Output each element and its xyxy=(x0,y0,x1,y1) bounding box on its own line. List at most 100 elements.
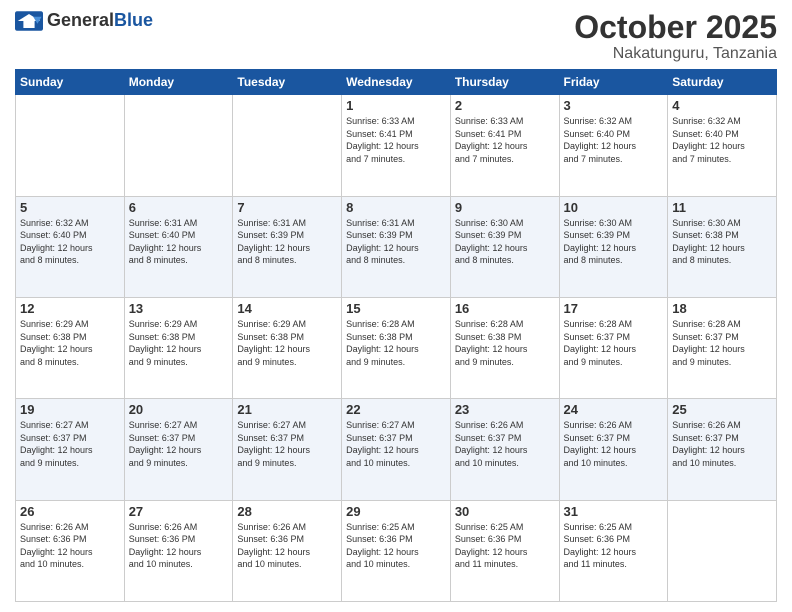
day-number: 28 xyxy=(237,504,337,519)
weekday-header-sunday: Sunday xyxy=(16,70,125,95)
calendar-cell: 11Sunrise: 6:30 AM Sunset: 6:38 PM Dayli… xyxy=(668,196,777,297)
calendar-cell: 16 Sunrise: 6:28 AM Sunset: 6:38 PM Dayli… xyxy=(450,297,559,398)
day-info: Sunrise: 6:28 AM Sunset: 6:37 PM Dayligh… xyxy=(564,318,664,368)
calendar-cell: 7Sunrise: 6:31 AM Sunset: 6:39 PM Daylig… xyxy=(233,196,342,297)
calendar-cell xyxy=(233,95,342,196)
weekday-header-friday: Friday xyxy=(559,70,668,95)
calendar-table: SundayMondayTuesdayWednesdayThursdayFrid… xyxy=(15,69,777,602)
day-info: Sunrise: 6:32 AM Sunset: 6:40 PM Dayligh… xyxy=(672,115,772,165)
day-number: 22 xyxy=(346,402,446,417)
title-block: October 2025 Nakatunguru, Tanzania xyxy=(574,10,777,63)
logo-general: General xyxy=(47,10,114,30)
day-number: 4 xyxy=(672,98,772,113)
calendar-week-row: 5 Sunrise: 6:32 AM Sunset: 6:40 PM Daylig… xyxy=(16,196,777,297)
day-info: Sunrise: 6:31 AM Sunset: 6:40 PM Dayligh… xyxy=(129,217,229,267)
logo: GeneralBlue xyxy=(15,10,153,31)
calendar-cell: 25 Sunrise: 6:26 AM Sunset: 6:37 PM Dayli… xyxy=(668,399,777,500)
day-info: Sunrise: 6:28 AM Sunset: 6:38 PM Dayligh… xyxy=(455,318,555,368)
day-number: 13 xyxy=(129,301,229,316)
calendar-cell: 24Sunrise: 6:26 AM Sunset: 6:37 PM Dayli… xyxy=(559,399,668,500)
header: GeneralBlue October 2025 Nakatunguru, Ta… xyxy=(15,10,777,63)
day-number: 15 xyxy=(346,301,446,316)
calendar-cell: 9 Sunrise: 6:30 AM Sunset: 6:39 PM Daylig… xyxy=(450,196,559,297)
day-info: Sunrise: 6:32 AM Sunset: 6:40 PM Dayligh… xyxy=(564,115,664,165)
day-info: Sunrise: 6:33 AM Sunset: 6:41 PM Dayligh… xyxy=(455,115,555,165)
calendar-cell xyxy=(16,95,125,196)
day-number: 29 xyxy=(346,504,446,519)
day-info: Sunrise: 6:25 AM Sunset: 6:36 PM Dayligh… xyxy=(346,521,446,571)
weekday-header-tuesday: Tuesday xyxy=(233,70,342,95)
calendar-cell xyxy=(668,500,777,601)
day-info: Sunrise: 6:27 AM Sunset: 6:37 PM Dayligh… xyxy=(346,419,446,469)
day-info: Sunrise: 6:29 AM Sunset: 6:38 PM Dayligh… xyxy=(129,318,229,368)
calendar-cell: 8Sunrise: 6:31 AM Sunset: 6:39 PM Daylig… xyxy=(342,196,451,297)
page: GeneralBlue October 2025 Nakatunguru, Ta… xyxy=(0,0,792,612)
day-number: 31 xyxy=(564,504,664,519)
logo-icon xyxy=(15,11,43,31)
day-number: 1 xyxy=(346,98,446,113)
calendar-week-row: 12 Sunrise: 6:29 AM Sunset: 6:38 PM Dayli… xyxy=(16,297,777,398)
calendar-week-row: 19 Sunrise: 6:27 AM Sunset: 6:37 PM Dayli… xyxy=(16,399,777,500)
day-info: Sunrise: 6:29 AM Sunset: 6:38 PM Dayligh… xyxy=(237,318,337,368)
weekday-header-wednesday: Wednesday xyxy=(342,70,451,95)
calendar-header: SundayMondayTuesdayWednesdayThursdayFrid… xyxy=(16,70,777,95)
day-number: 19 xyxy=(20,402,120,417)
day-number: 7 xyxy=(237,200,337,215)
day-number: 20 xyxy=(129,402,229,417)
day-number: 17 xyxy=(564,301,664,316)
calendar-cell: 2 Sunrise: 6:33 AM Sunset: 6:41 PM Daylig… xyxy=(450,95,559,196)
day-info: Sunrise: 6:26 AM Sunset: 6:36 PM Dayligh… xyxy=(129,521,229,571)
day-number: 14 xyxy=(237,301,337,316)
calendar-cell: 3 Sunrise: 6:32 AM Sunset: 6:40 PM Daylig… xyxy=(559,95,668,196)
day-number: 9 xyxy=(455,200,555,215)
day-number: 16 xyxy=(455,301,555,316)
day-info: Sunrise: 6:26 AM Sunset: 6:37 PM Dayligh… xyxy=(672,419,772,469)
logo-blue: Blue xyxy=(114,10,153,30)
day-number: 24 xyxy=(564,402,664,417)
calendar-cell: 20 Sunrise: 6:27 AM Sunset: 6:37 PM Dayli… xyxy=(124,399,233,500)
calendar-cell: 1 Sunrise: 6:33 AM Sunset: 6:41 PM Daylig… xyxy=(342,95,451,196)
calendar-cell: 12 Sunrise: 6:29 AM Sunset: 6:38 PM Dayli… xyxy=(16,297,125,398)
day-number: 3 xyxy=(564,98,664,113)
calendar-cell: 18Sunrise: 6:28 AM Sunset: 6:37 PM Dayli… xyxy=(668,297,777,398)
calendar-cell: 31Sunrise: 6:25 AM Sunset: 6:36 PM Dayli… xyxy=(559,500,668,601)
calendar-cell: 29 Sunrise: 6:25 AM Sunset: 6:36 PM Dayli… xyxy=(342,500,451,601)
calendar-cell: 10 Sunrise: 6:30 AM Sunset: 6:39 PM Dayli… xyxy=(559,196,668,297)
calendar-week-row: 26Sunrise: 6:26 AM Sunset: 6:36 PM Dayli… xyxy=(16,500,777,601)
day-info: Sunrise: 6:29 AM Sunset: 6:38 PM Dayligh… xyxy=(20,318,120,368)
calendar-cell: 13 Sunrise: 6:29 AM Sunset: 6:38 PM Dayli… xyxy=(124,297,233,398)
day-number: 23 xyxy=(455,402,555,417)
day-number: 27 xyxy=(129,504,229,519)
day-number: 18 xyxy=(672,301,772,316)
logo-text: GeneralBlue xyxy=(47,10,153,31)
day-info: Sunrise: 6:26 AM Sunset: 6:37 PM Dayligh… xyxy=(455,419,555,469)
calendar-cell: 28 Sunrise: 6:26 AM Sunset: 6:36 PM Dayli… xyxy=(233,500,342,601)
day-info: Sunrise: 6:27 AM Sunset: 6:37 PM Dayligh… xyxy=(129,419,229,469)
day-number: 12 xyxy=(20,301,120,316)
day-info: Sunrise: 6:32 AM Sunset: 6:40 PM Dayligh… xyxy=(20,217,120,267)
calendar-cell: 17 Sunrise: 6:28 AM Sunset: 6:37 PM Dayli… xyxy=(559,297,668,398)
day-info: Sunrise: 6:26 AM Sunset: 6:36 PM Dayligh… xyxy=(20,521,120,571)
day-info: Sunrise: 6:28 AM Sunset: 6:38 PM Dayligh… xyxy=(346,318,446,368)
day-info: Sunrise: 6:30 AM Sunset: 6:39 PM Dayligh… xyxy=(455,217,555,267)
location-title: Nakatunguru, Tanzania xyxy=(574,45,777,63)
day-info: Sunrise: 6:30 AM Sunset: 6:39 PM Dayligh… xyxy=(564,217,664,267)
day-number: 25 xyxy=(672,402,772,417)
day-info: Sunrise: 6:30 AM Sunset: 6:38 PM Dayligh… xyxy=(672,217,772,267)
calendar-body: 1 Sunrise: 6:33 AM Sunset: 6:41 PM Daylig… xyxy=(16,95,777,602)
calendar-cell: 5 Sunrise: 6:32 AM Sunset: 6:40 PM Daylig… xyxy=(16,196,125,297)
day-info: Sunrise: 6:27 AM Sunset: 6:37 PM Dayligh… xyxy=(20,419,120,469)
day-info: Sunrise: 6:25 AM Sunset: 6:36 PM Dayligh… xyxy=(455,521,555,571)
weekday-header-monday: Monday xyxy=(124,70,233,95)
day-info: Sunrise: 6:26 AM Sunset: 6:36 PM Dayligh… xyxy=(237,521,337,571)
month-title: October 2025 xyxy=(574,10,777,45)
day-number: 5 xyxy=(20,200,120,215)
day-info: Sunrise: 6:27 AM Sunset: 6:37 PM Dayligh… xyxy=(237,419,337,469)
calendar-cell: 21Sunrise: 6:27 AM Sunset: 6:37 PM Dayli… xyxy=(233,399,342,500)
day-number: 10 xyxy=(564,200,664,215)
day-info: Sunrise: 6:33 AM Sunset: 6:41 PM Dayligh… xyxy=(346,115,446,165)
weekday-header-saturday: Saturday xyxy=(668,70,777,95)
day-number: 6 xyxy=(129,200,229,215)
calendar-cell: 22 Sunrise: 6:27 AM Sunset: 6:37 PM Dayli… xyxy=(342,399,451,500)
day-number: 2 xyxy=(455,98,555,113)
